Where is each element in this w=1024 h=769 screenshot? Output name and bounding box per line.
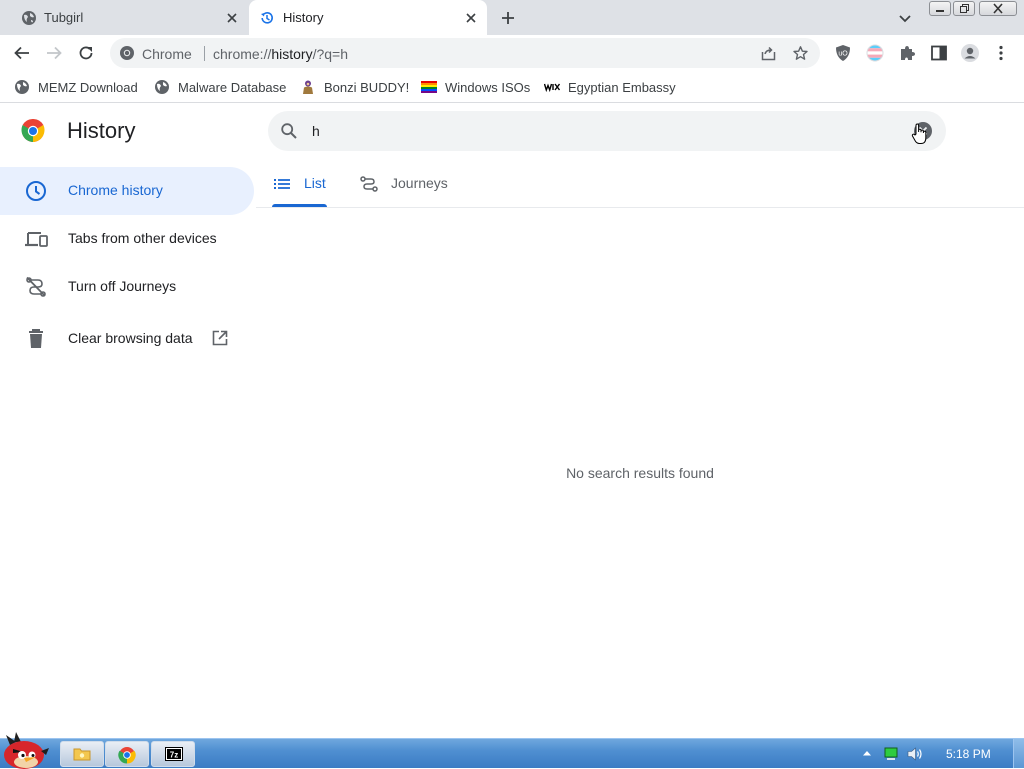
star-icon[interactable] — [792, 45, 809, 62]
new-tab-icon[interactable] — [499, 9, 517, 27]
bonzi-icon — [303, 80, 313, 94]
chrome-logo-icon — [118, 747, 136, 764]
bookmark-label: Malware Database — [178, 79, 287, 95]
kebab-menu-icon[interactable] — [993, 43, 1009, 63]
bookmark-label: Egyptian Embassy — [568, 79, 676, 95]
nav-tabs-other-devices[interactable]: Tabs from other devices — [0, 215, 254, 263]
show-desktop-button[interactable] — [1013, 739, 1024, 768]
restore-button[interactable] — [953, 1, 975, 16]
nav-label: Turn off Journeys — [68, 278, 177, 294]
taskbar: 7z 5:18 PM — [0, 732, 1024, 769]
bookmark-label: Bonzi BUDDY! — [324, 79, 410, 95]
close-icon[interactable] — [463, 10, 479, 26]
divider — [256, 207, 1024, 208]
close-icon[interactable] — [224, 10, 240, 26]
open-in-new-icon — [212, 330, 228, 346]
nav-label: Clear browsing data — [68, 330, 193, 346]
tab-title: Tubgirl — [44, 10, 84, 25]
chevron-down-icon[interactable] — [897, 10, 913, 26]
url-text[interactable]: chrome://history/?q=h — [213, 46, 348, 62]
bookmark-egyptian-embassy[interactable]: Egyptian Embassy — [544, 77, 676, 97]
rainbow-flag-icon — [421, 81, 437, 93]
url-host: chrome:// — [213, 46, 272, 62]
clock-icon — [26, 181, 46, 201]
extension-flag-icon[interactable] — [865, 43, 885, 63]
url-path: history — [271, 46, 313, 62]
side-panel-icon[interactable] — [929, 43, 949, 63]
bookmark-label: Windows ISOs — [445, 79, 531, 95]
bookmark-label: MEMZ Download — [38, 79, 138, 95]
chrome-logo-icon[interactable] — [119, 45, 135, 61]
back-arrow-icon[interactable] — [12, 43, 32, 63]
empty-state-message: No search results found — [566, 465, 714, 481]
taskbar-chrome-button[interactable] — [105, 741, 149, 767]
close-icon — [993, 3, 1003, 14]
nav-chrome-history[interactable]: Chrome history — [0, 167, 254, 215]
svg-text:uO: uO — [838, 51, 848, 58]
share-icon[interactable] — [760, 45, 777, 62]
speaker-icon[interactable] — [906, 745, 924, 763]
tab-strip: Tubgirl History — [0, 0, 1024, 35]
bookmark-bonzi-buddy[interactable]: Bonzi BUDDY! — [300, 77, 409, 97]
list-icon — [274, 179, 290, 189]
history-search-box[interactable] — [268, 111, 946, 151]
tab-history[interactable]: History — [249, 0, 487, 35]
chrome-logo-icon — [21, 119, 45, 142]
tab-journeys[interactable]: Journeys — [359, 167, 469, 207]
nav-clear-browsing-data[interactable]: Clear browsing data — [0, 315, 254, 363]
folder-icon — [73, 748, 91, 761]
devices-icon — [25, 232, 48, 247]
profile-avatar-icon[interactable] — [960, 43, 980, 63]
wix-icon — [544, 83, 560, 93]
bookmark-memz-download[interactable]: MEMZ Download — [14, 77, 138, 97]
system-clock[interactable]: 5:18 PM — [946, 747, 991, 761]
url-query: /?q=h — [312, 46, 349, 62]
page-title: History — [67, 118, 136, 143]
journeys-off-icon — [26, 276, 46, 297]
nav-label: Tabs from other devices — [68, 230, 217, 246]
globe-icon — [15, 80, 29, 94]
taskbar-7zip-button[interactable]: 7z — [151, 741, 195, 767]
site-chip-label: Chrome — [142, 46, 192, 62]
svg-text:7z: 7z — [170, 751, 178, 760]
hand-cursor-icon — [911, 123, 927, 144]
divider — [204, 46, 205, 61]
bookmark-malware-database[interactable]: Malware Database — [154, 77, 286, 97]
tab-list[interactable]: List — [272, 167, 328, 207]
network-icon[interactable] — [883, 746, 899, 762]
bookmarks-bar: MEMZ Download Malware Database Bonzi BUD… — [0, 71, 1024, 103]
minimize-icon — [936, 10, 944, 12]
trash-icon — [29, 329, 43, 348]
7zip-icon: 7z — [165, 747, 183, 761]
angry-bird-start-icon[interactable] — [2, 731, 50, 769]
tray-up-arrow-icon[interactable] — [862, 748, 872, 758]
ublock-origin-icon[interactable]: uO — [833, 43, 853, 63]
address-bar[interactable]: Chrome chrome://history/?q=h — [110, 38, 820, 68]
tab-label: List — [304, 175, 326, 191]
history-icon — [261, 12, 273, 24]
nav-label: Chrome history — [68, 182, 163, 198]
nav-turn-off-journeys[interactable]: Turn off Journeys — [0, 263, 254, 311]
tab-tubgirl[interactable]: Tubgirl — [8, 0, 246, 35]
forward-arrow-icon[interactable] — [44, 43, 64, 63]
bookmark-windows-isos[interactable]: Windows ISOs — [421, 77, 530, 97]
journeys-icon — [360, 176, 378, 192]
browser-toolbar: Chrome chrome://history/?q=h uO — [0, 35, 1024, 71]
tab-label: Journeys — [391, 175, 448, 191]
puzzle-extensions-icon[interactable] — [897, 43, 917, 63]
taskbar-explorer-button[interactable] — [60, 741, 104, 767]
window-close-button[interactable] — [979, 1, 1017, 16]
tab-title: History — [283, 10, 324, 25]
minimize-button[interactable] — [929, 1, 951, 16]
history-page: History Chrome history Tabs from other d… — [0, 103, 1024, 738]
search-icon — [281, 123, 297, 139]
reload-icon[interactable] — [76, 43, 96, 63]
globe-icon — [22, 11, 36, 25]
globe-icon — [155, 80, 169, 94]
search-input[interactable] — [312, 119, 892, 143]
restore-icon — [960, 4, 969, 13]
